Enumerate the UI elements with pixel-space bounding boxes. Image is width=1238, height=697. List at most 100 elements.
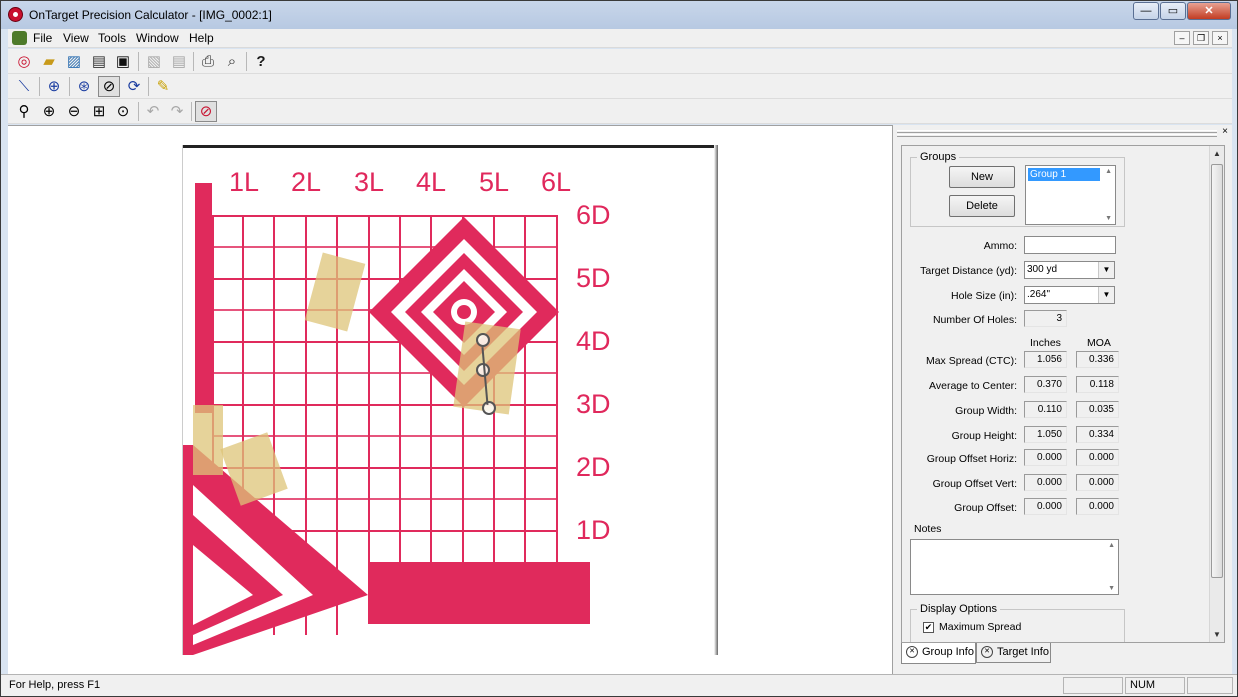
num-lock-indicator: NUM — [1125, 677, 1185, 694]
zoom-toolbar: ⚲ ⊕ ⊖ ⊞ ⊙ ↶ ↷ ⊘ — [8, 99, 1232, 124]
mdi-close-button[interactable]: × — [1212, 31, 1228, 45]
notes-up-arrow-icon[interactable]: ▲ — [1108, 542, 1115, 549]
column-label: 2L — [291, 167, 322, 197]
avg-center-inches: 0.370 — [1024, 376, 1067, 393]
mdi-restore-button[interactable]: ❐ — [1193, 31, 1209, 45]
crosshair-icon[interactable]: ⊕ — [43, 76, 65, 97]
zoom-actual-icon[interactable]: ⊙ — [112, 101, 134, 122]
tab-group-info[interactable]: ✕ Group Info — [901, 643, 976, 664]
offset-horiz-moa: 0.000 — [1076, 449, 1119, 466]
scroll-up-icon[interactable]: ▲ — [1213, 149, 1221, 158]
ammo-field[interactable] — [1024, 236, 1116, 254]
row-label: 1D — [576, 515, 611, 545]
import-icon[interactable]: ▤ — [168, 51, 190, 72]
document-icon[interactable] — [12, 31, 27, 45]
hole-size-select[interactable]: .264" ▼ — [1024, 286, 1115, 304]
group-offset-moa: 0.000 — [1076, 498, 1119, 515]
hole-size-label: Hole Size (in): — [951, 290, 1017, 302]
notes-label: Notes — [914, 523, 942, 535]
notes-textarea[interactable]: ▲ ▼ — [910, 539, 1119, 595]
new-target-icon[interactable]: ◎ — [13, 51, 35, 72]
window-title: OnTarget Precision Calculator - [IMG_000… — [29, 8, 272, 22]
target-settings-icon[interactable]: ⊘ — [195, 101, 217, 122]
max-spread-label: Max Spread (CTC): — [925, 355, 1017, 367]
list-up-arrow-icon[interactable]: ▲ — [1105, 168, 1112, 175]
menu-file[interactable]: File — [33, 31, 52, 45]
mdi-minimize-button[interactable]: – — [1174, 31, 1190, 45]
menu-view[interactable]: View — [63, 31, 89, 45]
maximize-button[interactable]: ▭ — [1160, 2, 1186, 20]
export-icon[interactable]: ▧ — [143, 51, 165, 72]
save-icon[interactable]: ▣ — [112, 51, 134, 72]
row-label: 5D — [576, 263, 611, 293]
redo-icon[interactable]: ↷ — [166, 101, 188, 122]
group-info-icon: ✕ — [906, 646, 918, 658]
chevron-down-icon[interactable]: ▼ — [1098, 262, 1114, 278]
shot-marker[interactable] — [476, 333, 490, 347]
find-holes-icon[interactable]: ⟳ — [123, 76, 145, 97]
scroll-thumb[interactable] — [1211, 164, 1223, 578]
avg-center-moa: 0.118 — [1076, 376, 1119, 393]
open-image-icon[interactable]: ▨ — [63, 51, 85, 72]
help-icon[interactable]: ? — [250, 51, 272, 72]
groups-box: Groups New Delete Group 1 ▲ ▼ — [910, 151, 1125, 227]
open-icon[interactable]: ▰ — [38, 51, 60, 72]
undo-icon[interactable]: ↶ — [142, 101, 164, 122]
delete-group-button[interactable]: Delete — [949, 195, 1015, 217]
red-bar-bottom — [368, 562, 590, 624]
print-preview-icon[interactable]: ⌕ — [221, 51, 243, 72]
select-hole-icon[interactable]: ⊘ — [98, 76, 120, 97]
zoom-in-icon[interactable]: ⊕ — [38, 101, 60, 122]
offset-vert-inches: 0.000 — [1024, 474, 1067, 491]
groups-title: Groups — [917, 151, 960, 163]
menu-help[interactable]: Help — [189, 31, 214, 45]
tape-patch — [304, 252, 366, 332]
target-image[interactable]: 1L 2L 3L 4L 5L 6L 6D 5D 4D 3D 2D 1D — [182, 145, 718, 655]
minimize-button[interactable]: — — [1133, 2, 1159, 20]
max-spread-checkbox[interactable]: ✔ — [923, 622, 934, 633]
group-offset-label: Group Offset: — [954, 502, 1017, 514]
tab-target-info[interactable]: ✕ Target Info — [976, 643, 1051, 663]
distance-select[interactable]: 300 yd ▼ — [1024, 261, 1115, 279]
chevron-down-icon[interactable]: ▼ — [1098, 287, 1114, 303]
column-label: 5L — [479, 167, 510, 197]
status-help-text: For Help, press F1 — [9, 679, 101, 691]
max-spread-moa: 0.336 — [1076, 351, 1119, 368]
groups-list[interactable]: Group 1 ▲ ▼ — [1025, 165, 1116, 225]
zoom-out-icon[interactable]: ⊖ — [63, 101, 85, 122]
notes-down-arrow-icon[interactable]: ▼ — [1108, 585, 1115, 592]
status-pane-empty — [1063, 677, 1123, 694]
tools-toolbar: ⟍ ⊕ ⊛ ⊘ ⟳ ✎ — [8, 74, 1232, 99]
zoom-fit-icon[interactable]: ⊞ — [88, 101, 110, 122]
group-info-panel: × Groups New Delete Group 1 ▲ ▼ Ammo: Ta… — [892, 125, 1232, 674]
status-bar: For Help, press F1 NUM — [1, 674, 1237, 696]
new-group-button[interactable]: New — [949, 166, 1015, 188]
column-label: 3L — [354, 167, 385, 197]
print-icon[interactable]: ⎙ — [197, 51, 219, 72]
list-down-arrow-icon[interactable]: ▼ — [1105, 215, 1112, 222]
list-item[interactable]: Group 1 — [1028, 168, 1100, 181]
group-tool-icon[interactable]: ⊛ — [73, 76, 95, 97]
line-tool-icon[interactable]: ⟍ — [13, 76, 35, 97]
status-pane-empty — [1187, 677, 1233, 694]
zoom-icon[interactable]: ⚲ — [13, 101, 35, 122]
avg-center-label: Average to Center: — [929, 380, 1017, 392]
close-button[interactable]: ✕ — [1187, 2, 1231, 20]
scroll-down-icon[interactable]: ▼ — [1213, 630, 1221, 639]
display-options-box: Display Options ✔ Maximum Spread — [910, 603, 1125, 642]
app-icon — [8, 7, 23, 22]
scan-icon[interactable]: ▤ — [88, 51, 110, 72]
menu-tools[interactable]: Tools — [98, 31, 126, 45]
max-spread-option-label: Maximum Spread — [939, 621, 1022, 633]
panel-close-icon[interactable]: × — [1222, 126, 1228, 137]
shot-marker[interactable] — [482, 401, 496, 415]
offset-vert-moa: 0.000 — [1076, 474, 1119, 491]
ruler-icon[interactable]: ✎ — [152, 76, 174, 97]
menu-window[interactable]: Window — [136, 31, 179, 45]
target-info-icon: ✕ — [981, 646, 993, 658]
num-holes-label: Number Of Holes: — [932, 314, 1017, 326]
display-options-title: Display Options — [917, 603, 1001, 615]
group-width-inches: 0.110 — [1024, 401, 1067, 418]
panel-scrollbar[interactable]: ▲ ▼ — [1209, 146, 1224, 642]
row-label: 2D — [576, 452, 611, 482]
